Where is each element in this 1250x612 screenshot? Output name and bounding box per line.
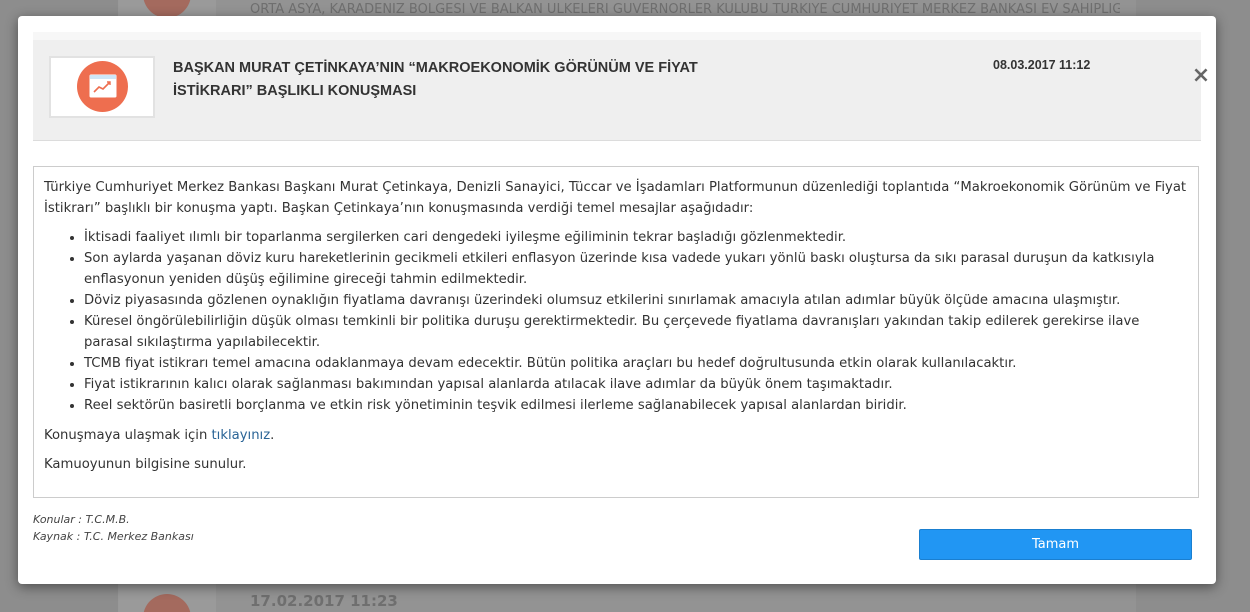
announcement-body: Türkiye Cumhuriyet Merkez Bankası Başkan… xyxy=(33,166,1199,498)
list-item: Küresel öngörülebilirliğin düşük olması … xyxy=(84,311,1188,353)
list-item: Döviz piyasasında gözlenen oynaklığın fi… xyxy=(84,290,1188,311)
announcement-modal: BAŞKAN MURAT ÇETİNKAYA’NIN “MAKROEKONOMİ… xyxy=(18,16,1216,584)
list-item: İktisadi faaliyet ılımlı bir toparlanma … xyxy=(84,227,1188,248)
announcement-meta: Konular : T.C.M.B. Kaynak : T.C. Merkez … xyxy=(33,511,194,545)
speech-link-paragraph: Konuşmaya ulaşmak için tıklayınız. xyxy=(44,425,1188,446)
list-item: Son aylarda yaşanan döviz kuru hareketle… xyxy=(84,248,1188,290)
chart-window-icon xyxy=(89,74,117,98)
topics-label: Konular : T.C.M.B. xyxy=(33,513,130,526)
ok-button[interactable]: Tamam xyxy=(919,529,1192,560)
close-icon[interactable]: × xyxy=(1191,65,1211,87)
speech-link-prefix: Konuşmaya ulaşmak için xyxy=(44,428,212,443)
list-item: TCMB fiyat istikrarı temel amacına odakl… xyxy=(84,353,1188,374)
source-label: Kaynak : T.C. Merkez Bankası xyxy=(33,530,194,543)
closing-paragraph: Kamuoyunun bilgisine sunulur. xyxy=(44,457,247,472)
modal-header-strip xyxy=(33,32,1201,40)
list-item: Reel sektörün basiretli borçlanma ve etk… xyxy=(84,395,1188,416)
background-news-date: 17.02.2017 11:23 xyxy=(250,592,398,610)
list-item: Fiyat istikrarının kalıcı olarak sağlanm… xyxy=(84,374,1188,395)
modal-date: 08.03.2017 11:12 xyxy=(993,58,1091,72)
intro-paragraph: Türkiye Cumhuriyet Merkez Bankası Başkan… xyxy=(44,180,1187,216)
speech-link[interactable]: tıklayınız xyxy=(212,428,271,443)
background-news-title[interactable]: ORTA ASYA, KARADENİZ BÖLGESİ VE BALKAN Ü… xyxy=(250,2,1120,16)
key-messages-list: İktisadi faaliyet ılımlı bir toparlanma … xyxy=(44,227,1188,416)
speech-link-suffix: . xyxy=(270,428,275,443)
modal-header: BAŞKAN MURAT ÇETİNKAYA’NIN “MAKROEKONOMİ… xyxy=(33,40,1210,141)
modal-title: BAŞKAN MURAT ÇETİNKAYA’NIN “MAKROEKONOMİ… xyxy=(173,60,698,99)
announcement-thumbnail xyxy=(49,56,155,118)
